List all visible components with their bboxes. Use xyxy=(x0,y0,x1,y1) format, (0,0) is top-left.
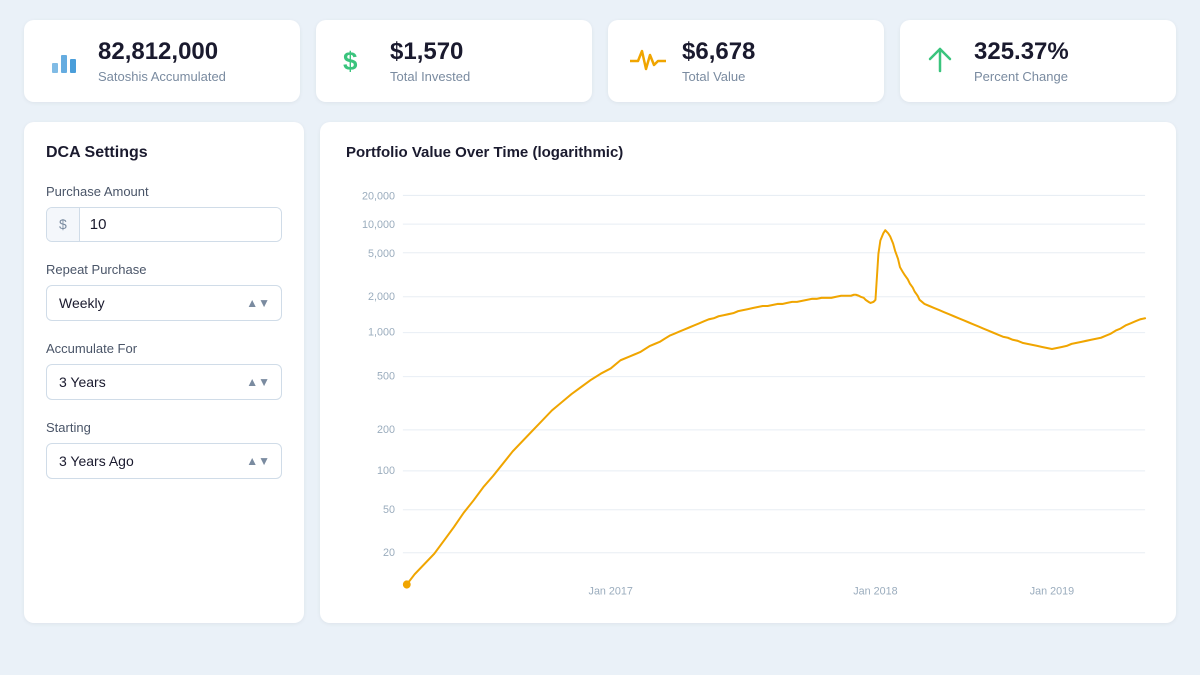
chart-start-dot xyxy=(403,580,411,588)
svg-text:1,000: 1,000 xyxy=(368,326,395,338)
dollar-prefix: $ xyxy=(47,208,80,241)
stat-value-satoshis: 82,812,000 xyxy=(98,38,226,67)
stat-value-invested: $1,570 xyxy=(390,38,470,67)
accumulate-for-group: Accumulate For 3 Years 1 Year 5 Years 10… xyxy=(46,341,282,400)
arrow-up-icon xyxy=(922,43,958,79)
stat-info-value: $6,678 Total Value xyxy=(682,38,755,84)
stat-card-satoshis: 82,812,000 Satoshis Accumulated xyxy=(24,20,300,102)
main-row: DCA Settings Purchase Amount $ .00 Repea… xyxy=(24,122,1176,623)
dollar-icon: $ xyxy=(338,43,374,79)
starting-label: Starting xyxy=(46,420,282,435)
stat-card-change: 325.37% Percent Change xyxy=(900,20,1176,102)
grid-lines xyxy=(403,195,1145,552)
settings-title: DCA Settings xyxy=(46,144,282,162)
repeat-select-wrapper: Weekly Daily Monthly ▲▼ xyxy=(46,285,282,321)
stat-label-invested: Total Invested xyxy=(390,69,470,84)
svg-text:$: $ xyxy=(343,46,358,76)
svg-text:200: 200 xyxy=(377,424,395,436)
stats-row: 82,812,000 Satoshis Accumulated $ $1,570… xyxy=(24,20,1176,102)
svg-text:20,000: 20,000 xyxy=(362,190,395,202)
stat-label-value: Total Value xyxy=(682,69,755,84)
chart-svg: 20,000 10,000 5,000 2,000 1,000 500 200 … xyxy=(346,177,1150,607)
accumulate-select-wrapper: 3 Years 1 Year 5 Years 10 Years ▲▼ xyxy=(46,364,282,400)
stat-label-satoshis: Satoshis Accumulated xyxy=(98,69,226,84)
stat-info-change: 325.37% Percent Change xyxy=(974,38,1069,84)
pulse-icon xyxy=(630,43,666,79)
purchase-amount-group: Purchase Amount $ .00 xyxy=(46,184,282,242)
purchase-amount-input-group: $ .00 xyxy=(46,207,282,242)
purchase-amount-label: Purchase Amount xyxy=(46,184,282,199)
bar-chart-icon xyxy=(46,43,82,79)
repeat-purchase-group: Repeat Purchase Weekly Daily Monthly ▲▼ xyxy=(46,262,282,321)
stat-card-invested: $ $1,570 Total Invested xyxy=(316,20,592,102)
svg-text:10,000: 10,000 xyxy=(362,219,395,231)
stat-value-total: $6,678 xyxy=(682,38,755,67)
chart-area: 20,000 10,000 5,000 2,000 1,000 500 200 … xyxy=(346,177,1150,607)
stat-info-satoshis: 82,812,000 Satoshis Accumulated xyxy=(98,38,226,84)
accumulate-for-label: Accumulate For xyxy=(46,341,282,356)
x-axis: Jan 2017 Jan 2018 Jan 2019 xyxy=(589,585,1075,597)
repeat-purchase-label: Repeat Purchase xyxy=(46,262,282,277)
purchase-amount-input[interactable] xyxy=(80,208,282,241)
chart-line xyxy=(407,230,1145,584)
starting-select[interactable]: 3 Years Ago 1 Year Ago 5 Years Ago xyxy=(46,443,282,479)
starting-group: Starting 3 Years Ago 1 Year Ago 5 Years … xyxy=(46,420,282,479)
y-axis: 20,000 10,000 5,000 2,000 1,000 500 200 … xyxy=(362,190,395,559)
settings-panel: DCA Settings Purchase Amount $ .00 Repea… xyxy=(24,122,304,623)
chart-title: Portfolio Value Over Time (logarithmic) xyxy=(346,144,1150,161)
chart-panel: Portfolio Value Over Time (logarithmic) … xyxy=(320,122,1176,623)
svg-text:Jan 2019: Jan 2019 xyxy=(1030,585,1074,597)
repeat-select[interactable]: Weekly Daily Monthly xyxy=(46,285,282,321)
stat-value-change: 325.37% xyxy=(974,38,1069,67)
svg-text:Jan 2018: Jan 2018 xyxy=(853,585,897,597)
svg-text:2,000: 2,000 xyxy=(368,290,395,302)
svg-text:100: 100 xyxy=(377,465,395,477)
page: 82,812,000 Satoshis Accumulated $ $1,570… xyxy=(0,0,1200,643)
accumulate-select[interactable]: 3 Years 1 Year 5 Years 10 Years xyxy=(46,364,282,400)
stat-label-change: Percent Change xyxy=(974,69,1069,84)
starting-select-wrapper: 3 Years Ago 1 Year Ago 5 Years Ago ▲▼ xyxy=(46,443,282,479)
stat-info-invested: $1,570 Total Invested xyxy=(390,38,470,84)
svg-text:5,000: 5,000 xyxy=(368,247,395,259)
svg-text:20: 20 xyxy=(383,546,395,558)
stat-card-value: $6,678 Total Value xyxy=(608,20,884,102)
svg-text:500: 500 xyxy=(377,370,395,382)
svg-text:50: 50 xyxy=(383,503,395,515)
svg-text:Jan 2017: Jan 2017 xyxy=(589,585,633,597)
